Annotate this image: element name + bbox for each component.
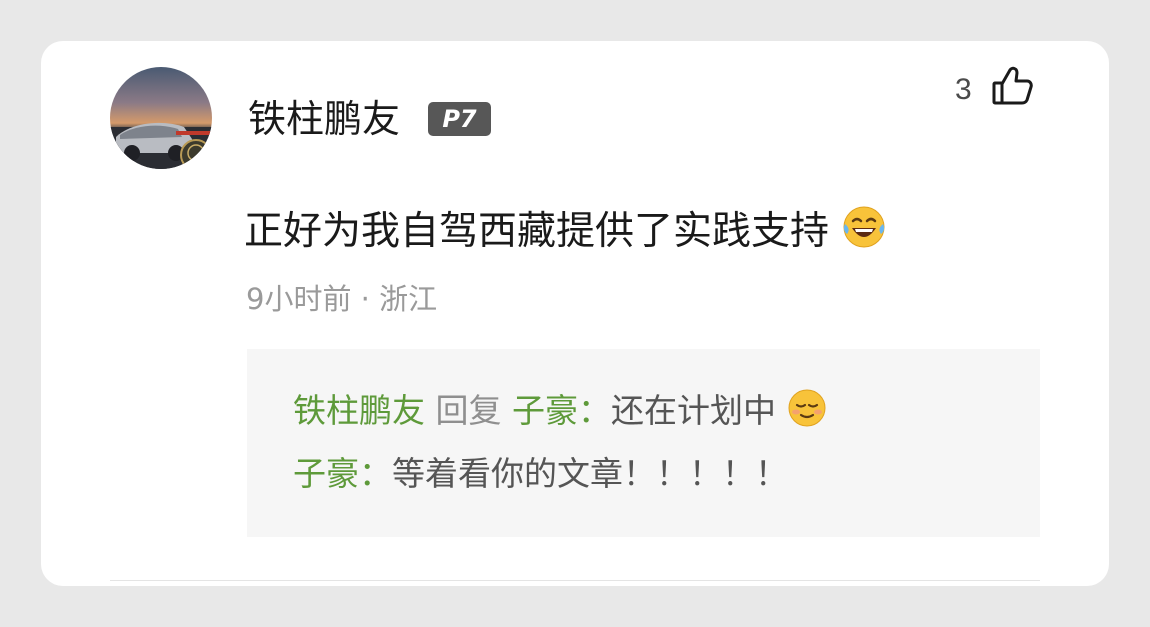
comment-meta: 9小时前 · 浙江 [246, 279, 437, 319]
level-badge: P7 [428, 102, 491, 136]
relieved-face-emoji-icon [787, 388, 827, 439]
reply-text: 还在计划中 [611, 391, 776, 430]
reply-target[interactable]: 子豪： [512, 391, 611, 430]
comment-card: 铁柱鹏友 P7 3 正好为我自驾西藏提供了实践支持 9小时前 · 浙江 铁柱鹏友… [41, 41, 1109, 586]
reply-list[interactable]: 铁柱鹏友 回复 子豪：还在计划中 子豪：等着看你的文章！！！！！ [247, 349, 1040, 537]
avatar[interactable] [110, 67, 212, 169]
username[interactable]: 铁柱鹏友 [248, 95, 400, 143]
reply-item[interactable]: 铁柱鹏友 回复 子豪：还在计划中 [293, 388, 827, 439]
comment-time: 9小时前 [246, 282, 352, 316]
like-count: 3 [955, 73, 972, 106]
comment-location: 浙江 [379, 282, 438, 316]
thumbs-up-icon[interactable] [990, 64, 1034, 108]
comment-body: 正好为我自驾西藏提供了实践支持 [244, 204, 887, 263]
laughing-tears-emoji-icon [841, 204, 887, 263]
divider [110, 580, 1040, 581]
reply-action: 回复 [435, 391, 502, 430]
comment-text: 正好为我自驾西藏提供了实践支持 [244, 209, 830, 254]
reply-text: 等着看你的文章！！！！！ [392, 454, 788, 493]
reply-author[interactable]: 子豪： [293, 454, 392, 493]
reply-author[interactable]: 铁柱鹏友 [293, 391, 425, 430]
meta-separator: · [360, 282, 370, 316]
avatar-image [110, 67, 212, 169]
reply-item[interactable]: 子豪：等着看你的文章！！！！！ [293, 452, 788, 496]
